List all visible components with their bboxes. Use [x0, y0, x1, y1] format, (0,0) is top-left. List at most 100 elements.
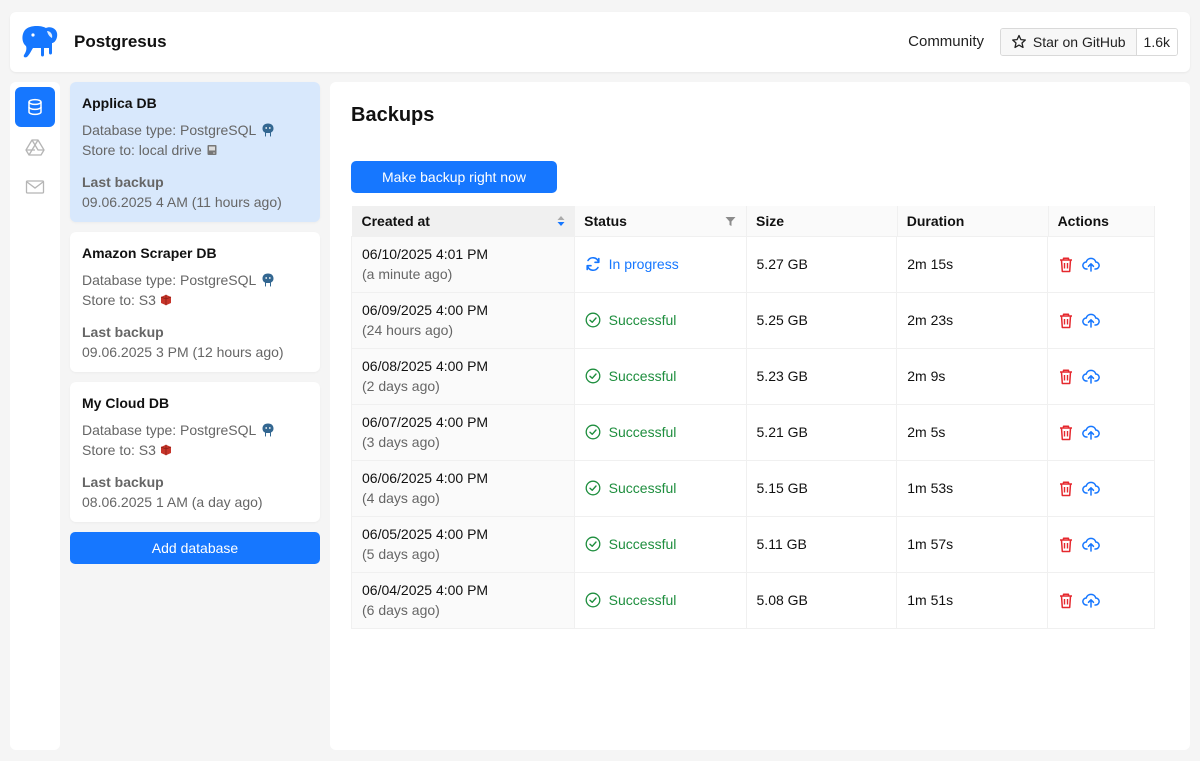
cloud-upload-icon[interactable]: [1082, 312, 1100, 328]
backup-date: 06/08/2025 4:00 PM: [362, 358, 489, 374]
trash-icon[interactable]: [1058, 592, 1074, 609]
cell-duration: 1m 51s: [896, 572, 1048, 629]
github-star-label: Star on GitHub: [1032, 34, 1126, 50]
backup-date: 06/07/2025 4:00 PM: [362, 414, 489, 430]
database-card-amazon-scraper[interactable]: Amazon Scraper DB Database type: Postgre…: [70, 232, 320, 372]
last-backup-value: 09.06.2025 3 PM (12 hours ago): [82, 344, 284, 360]
cell-size: 5.08 GB: [745, 572, 897, 629]
cell-status: Successful: [573, 292, 747, 349]
cell-duration: 1m 53s: [896, 460, 1048, 517]
last-backup-value: 08.06.2025 1 AM (a day ago): [82, 494, 263, 510]
cell-actions: [1047, 404, 1155, 461]
database-name: Applica DB: [82, 95, 157, 111]
restore-backup-button[interactable]: [1082, 256, 1100, 272]
cell-actions: [1047, 292, 1155, 349]
database-type: Database type: PostgreSQL: [82, 122, 257, 138]
app-title: Postgresus: [74, 32, 167, 51]
sync-icon: [586, 256, 600, 272]
column-size: Size: [746, 206, 897, 237]
database-name: Amazon Scraper DB: [82, 245, 217, 261]
cell-size: 5.21 GB: [745, 404, 897, 461]
backup-date: 06/04/2025 4:00 PM: [362, 582, 489, 598]
delete-backup-button[interactable]: [1058, 536, 1074, 553]
cell-actions: [1047, 572, 1155, 629]
database-type: Database type: PostgreSQL: [82, 422, 257, 438]
backup-relative-time: (3 days ago): [362, 434, 440, 450]
cloud-upload-icon[interactable]: [1082, 536, 1100, 552]
trash-icon[interactable]: [1058, 312, 1074, 329]
cell-created-at: 06/07/2025 4:00 PM (3 days ago): [351, 404, 575, 461]
status-badge: In progress: [585, 256, 736, 272]
cell-duration: 2m 5s: [896, 404, 1048, 461]
cell-size: 5.27 GB: [745, 236, 897, 293]
backup-date: 06/05/2025 4:00 PM: [362, 526, 489, 542]
delete-backup-button[interactable]: [1058, 424, 1074, 441]
cloud-upload-icon[interactable]: [1082, 592, 1100, 608]
table-row: 06/10/2025 4:01 PM (a minute ago) In progr…: [351, 236, 1155, 293]
restore-backup-button[interactable]: [1082, 480, 1100, 496]
database-name: My Cloud DB: [82, 395, 170, 411]
column-created-at[interactable]: Created at: [351, 206, 575, 237]
last-backup-label: Last backup: [82, 174, 164, 190]
cell-created-at: 06/10/2025 4:01 PM (a minute ago): [351, 236, 575, 293]
star-icon: [1011, 34, 1026, 49]
cloud-upload-icon[interactable]: [1082, 424, 1100, 440]
delete-backup-button[interactable]: [1058, 368, 1074, 385]
backup-relative-time: (6 days ago): [362, 602, 440, 618]
trash-icon[interactable]: [1058, 368, 1074, 385]
rail-notifications-button[interactable]: [15, 167, 55, 207]
cell-status: Successful: [573, 516, 747, 573]
table-row: 06/09/2025 4:00 PM (24 hours ago) Successf…: [351, 292, 1155, 349]
table-row: 06/07/2025 4:00 PM (3 days ago) Successful…: [351, 404, 1155, 461]
s3-icon: [160, 444, 172, 456]
drive-icon: [25, 139, 45, 156]
add-database-button[interactable]: Add database: [70, 532, 320, 564]
database-type: Database type: PostgreSQL: [82, 272, 257, 288]
trash-icon[interactable]: [1058, 256, 1074, 273]
status-badge: Successful: [585, 312, 736, 328]
status-badge: Successful: [585, 424, 736, 440]
trash-icon[interactable]: [1058, 480, 1074, 497]
restore-backup-button[interactable]: [1082, 312, 1100, 328]
postgresql-icon: [262, 273, 274, 287]
github-star-count[interactable]: 1.6k: [1136, 29, 1177, 55]
sort-icon[interactable]: [556, 214, 566, 228]
cloud-upload-icon[interactable]: [1082, 480, 1100, 496]
restore-backup-button[interactable]: [1082, 424, 1100, 440]
cloud-upload-icon[interactable]: [1082, 256, 1100, 272]
status-text: Successful: [608, 480, 677, 496]
delete-backup-button[interactable]: [1058, 480, 1074, 497]
column-label: Size: [756, 212, 785, 229]
rail-databases-button[interactable]: [15, 87, 55, 127]
cell-created-at: 06/09/2025 4:00 PM (24 hours ago): [351, 292, 575, 349]
cell-status: Successful: [573, 348, 747, 405]
trash-icon[interactable]: [1058, 536, 1074, 553]
rail-storages-button[interactable]: [15, 127, 55, 167]
github-star-button[interactable]: Star on GitHub: [1000, 29, 1137, 55]
filter-icon[interactable]: [725, 216, 736, 227]
restore-backup-button[interactable]: [1082, 592, 1100, 608]
delete-backup-button[interactable]: [1058, 592, 1074, 609]
status-badge: Successful: [585, 368, 736, 384]
cell-status: Successful: [573, 572, 747, 629]
last-backup-label: Last backup: [82, 324, 164, 340]
make-backup-button[interactable]: Make backup right now: [351, 161, 557, 193]
community-link[interactable]: Community: [908, 33, 984, 50]
database-store: Store to: local drive: [82, 142, 202, 158]
column-status: Status: [574, 206, 747, 237]
restore-backup-button[interactable]: [1082, 536, 1100, 552]
delete-backup-button[interactable]: [1058, 256, 1074, 273]
status-text: Successful: [608, 368, 677, 384]
cell-size: 5.25 GB: [745, 292, 897, 349]
database-card-applica[interactable]: Applica DB Database type: PostgreSQL Sto…: [70, 82, 320, 222]
cell-duration: 1m 57s: [896, 516, 1048, 573]
github-star-widget[interactable]: Star on GitHub 1.6k: [999, 28, 1178, 56]
app-header: Postgresus Community Star on GitHub 1.6k: [10, 12, 1190, 72]
delete-backup-button[interactable]: [1058, 312, 1074, 329]
trash-icon[interactable]: [1058, 424, 1074, 441]
cloud-upload-icon[interactable]: [1082, 368, 1100, 384]
database-card-my-cloud[interactable]: My Cloud DB Database type: PostgreSQL St…: [70, 382, 320, 522]
cell-duration: 2m 15s: [896, 236, 1048, 293]
restore-backup-button[interactable]: [1082, 368, 1100, 384]
status-badge: Successful: [585, 592, 736, 608]
